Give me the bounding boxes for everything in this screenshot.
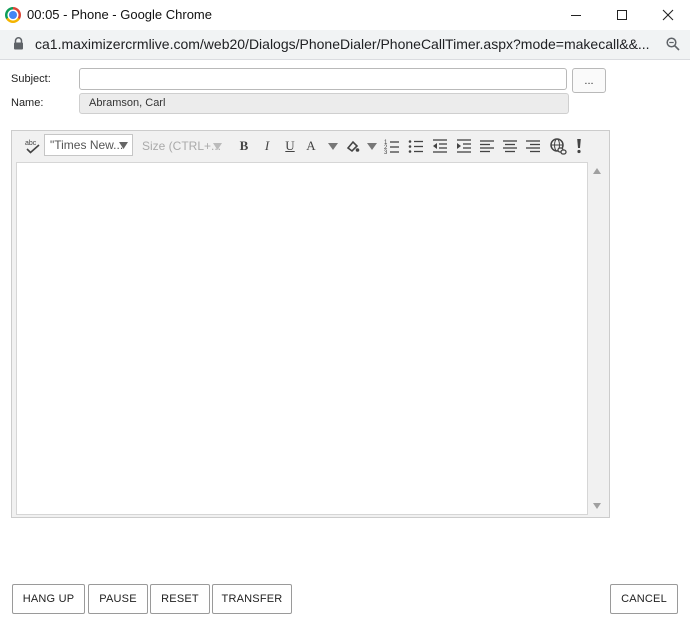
svg-text:3: 3 [384, 150, 388, 154]
close-icon [662, 9, 674, 21]
spellcheck-button[interactable]: abc [24, 137, 42, 155]
numbered-list-icon: 1 2 3 [384, 140, 399, 154]
font-color-button[interactable]: A [304, 137, 318, 155]
zoom-icon[interactable] [666, 37, 680, 51]
font-size-select[interactable]: Size (CTRL+... [142, 136, 222, 156]
minimize-icon [571, 15, 581, 16]
close-window-button[interactable] [645, 0, 690, 30]
font-name-select[interactable]: "Times New... [44, 134, 133, 156]
align-right-button[interactable] [525, 137, 541, 155]
highlight-dropdown[interactable] [366, 137, 378, 155]
bullet-list-button[interactable] [408, 137, 424, 155]
align-left-button[interactable] [479, 137, 495, 155]
bullet-list-icon [408, 140, 423, 153]
indent-button[interactable] [456, 137, 472, 155]
link-button[interactable] [549, 137, 567, 155]
cancel-button[interactable]: CANCEL [610, 584, 678, 614]
lock-icon [14, 37, 23, 50]
important-icon [577, 139, 581, 154]
outdent-icon [433, 139, 447, 153]
reset-button[interactable]: RESET [150, 584, 210, 614]
hang-up-button[interactable]: HANG UP [12, 584, 85, 614]
editor-scrollbar[interactable] [589, 162, 605, 515]
maximize-button[interactable] [599, 0, 645, 30]
chevron-down-icon [119, 142, 128, 149]
italic-button[interactable]: I [259, 137, 275, 155]
align-center-button[interactable] [502, 137, 518, 155]
title-bar: 00:05 - Phone - Google Chrome [0, 0, 690, 30]
font-color-dropdown[interactable] [327, 137, 339, 155]
outdent-button[interactable] [432, 137, 448, 155]
link-icon [550, 137, 567, 155]
spellcheck-icon: abc [25, 140, 40, 154]
highlight-icon [346, 140, 360, 153]
chrome-logo-icon [5, 7, 21, 23]
font-size-placeholder: Size (CTRL+... [142, 139, 222, 153]
chevron-down-icon [367, 142, 377, 150]
scroll-up-icon[interactable] [593, 168, 601, 174]
window-title: 00:05 - Phone - Google Chrome [27, 7, 212, 22]
minimize-button[interactable] [553, 0, 599, 30]
name-label: Name: [11, 97, 44, 109]
indent-icon [457, 139, 471, 153]
highlight-button[interactable] [345, 137, 361, 155]
subject-label: Subject: [11, 73, 51, 85]
editor-toolbar: abc "Times New... Size (CTRL+... B I U A [12, 131, 609, 161]
align-right-icon [526, 140, 540, 153]
numbered-list-button[interactable]: 1 2 3 [384, 137, 400, 155]
url-text[interactable]: ca1.maximizercrmlive.com/web20/Dialogs/P… [35, 36, 650, 52]
underline-button[interactable]: U [282, 137, 298, 155]
chevron-down-icon [328, 142, 338, 150]
bold-button[interactable]: B [236, 137, 252, 155]
name-field: Abramson, Carl [79, 93, 569, 114]
pause-button[interactable]: PAUSE [88, 584, 148, 614]
scroll-down-icon[interactable] [593, 503, 601, 509]
align-center-icon [503, 140, 517, 153]
notes-editor: abc "Times New... Size (CTRL+... B I U A [11, 130, 610, 518]
subject-lookup-button[interactable]: ... [572, 68, 606, 93]
align-left-icon [480, 140, 494, 153]
transfer-button[interactable]: TRANSFER [212, 584, 292, 614]
editor-content-area[interactable] [16, 162, 588, 515]
maximize-icon [617, 10, 627, 20]
chevron-down-icon [213, 143, 222, 150]
svg-text:abc: abc [25, 140, 37, 147]
important-button[interactable] [574, 137, 584, 155]
subject-input[interactable] [79, 68, 567, 90]
font-name-value: "Times New... [50, 138, 124, 152]
